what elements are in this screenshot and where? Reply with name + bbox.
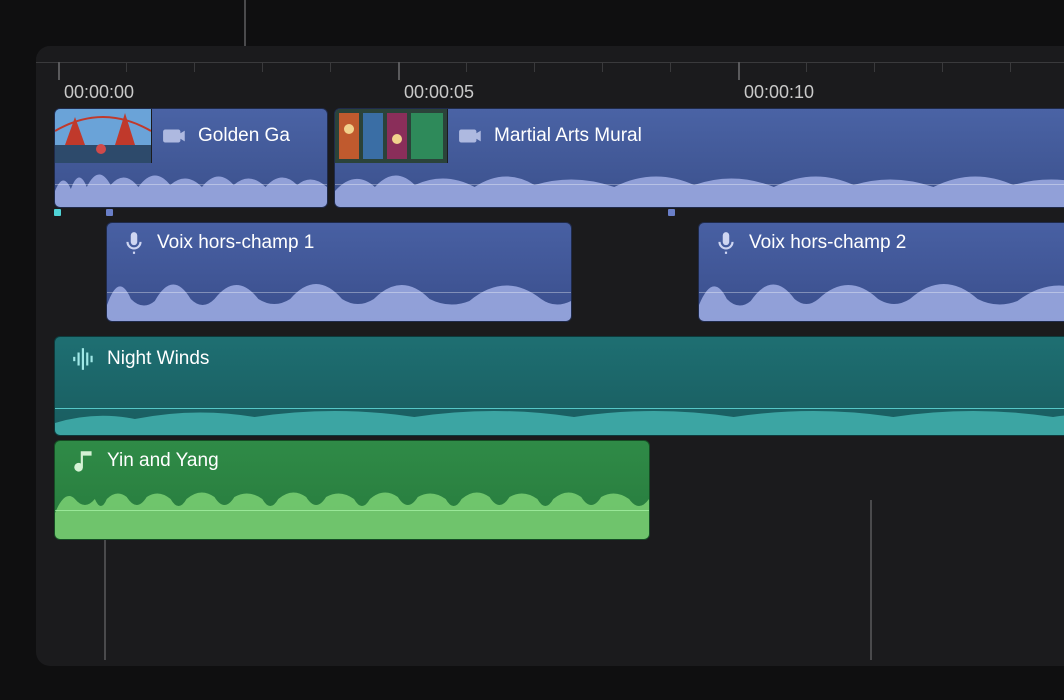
video-clip-golden-gate[interactable]: Golden Ga (54, 108, 328, 208)
ruler-tick-minor (1010, 62, 1011, 72)
ruler-tick-minor (534, 62, 535, 72)
ruler-tick-major (738, 62, 740, 80)
ruler-tick-minor (194, 62, 195, 72)
wave-icon (71, 346, 97, 372)
clip-waveform (55, 383, 1064, 435)
clip-title: Yin and Yang (107, 450, 219, 472)
ruler-tick-minor (126, 62, 127, 72)
connection-marker (106, 209, 113, 216)
clip-waveform (107, 265, 571, 321)
clip-waveform (55, 161, 327, 207)
camera-icon (458, 123, 484, 149)
ruler-tick-minor (874, 62, 875, 72)
ruler-label: 00:00:10 (744, 82, 814, 103)
clip-waveform (335, 161, 1064, 207)
clip-thumbnail (55, 109, 152, 163)
ruler-tick-minor (602, 62, 603, 72)
clip-title: Martial Arts Mural (494, 125, 642, 147)
clip-title: Voix hors-champ 2 (749, 232, 906, 254)
clip-waveform (699, 265, 1064, 321)
clip-waveform (55, 483, 649, 539)
ruler-tick-minor (942, 62, 943, 72)
mic-icon (121, 230, 147, 256)
ruler-tick-minor (806, 62, 807, 72)
connection-marker (54, 209, 61, 216)
ruler-tick-minor (670, 62, 671, 72)
effect-clip-night-winds[interactable]: Night Winds (54, 336, 1064, 436)
clip-title: Night Winds (107, 348, 209, 370)
note-icon (71, 448, 97, 474)
ruler-divider (36, 62, 1064, 63)
ruler-tick-minor (330, 62, 331, 72)
video-clip-martial-arts-mural[interactable]: Martial Arts Mural (334, 108, 1064, 208)
voiceover-clip-2[interactable]: Voix hors-champ 2 (698, 222, 1064, 322)
mic-icon (713, 230, 739, 256)
voiceover-clip-1[interactable]: Voix hors-champ 1 (106, 222, 572, 322)
connection-marker (668, 209, 675, 216)
camera-icon (162, 123, 188, 149)
timeline-panel: 00:00:00 00:00:05 00:00:10 (36, 46, 1064, 666)
ruler-tick-minor (466, 62, 467, 72)
clip-title: Golden Ga (198, 125, 290, 147)
callout-line-top (244, 0, 246, 46)
ruler-tick-major (398, 62, 400, 80)
ruler-tick-minor (262, 62, 263, 72)
music-clip-yin-and-yang[interactable]: Yin and Yang (54, 440, 650, 540)
time-ruler[interactable]: 00:00:00 00:00:05 00:00:10 (36, 46, 1064, 108)
callout-line-bottom-left (104, 540, 106, 660)
ruler-label: 00:00:00 (64, 82, 134, 103)
clip-thumbnail (335, 109, 448, 163)
ruler-tick-major (58, 62, 60, 80)
callout-line-bottom-right (870, 500, 872, 660)
clip-title: Voix hors-champ 1 (157, 232, 314, 254)
ruler-label: 00:00:05 (404, 82, 474, 103)
